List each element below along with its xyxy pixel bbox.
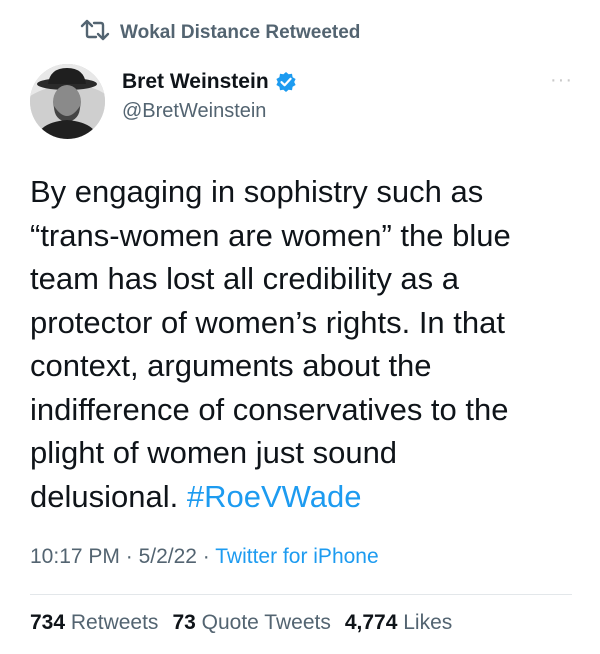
quotes-count: 73 bbox=[172, 611, 196, 634]
avatar[interactable] bbox=[30, 64, 105, 139]
likes-label: Likes bbox=[403, 611, 453, 634]
tweet-source-link[interactable]: Twitter for iPhone bbox=[215, 545, 378, 568]
quote-tweets-stat[interactable]: 73 Quote Tweets bbox=[172, 611, 330, 635]
retweets-stat[interactable]: 734 Retweets bbox=[30, 611, 158, 635]
social-context-label[interactable]: Wokal Distance Retweeted bbox=[120, 22, 360, 44]
verified-badge-icon bbox=[275, 71, 297, 93]
author-block[interactable]: Bret Weinstein @BretWeinstein bbox=[122, 70, 297, 123]
tweet-meta: 10:17 PM · 5/2/22 · Twitter for iPhone bbox=[30, 545, 379, 569]
hashtag-link[interactable]: #RoeVWade bbox=[187, 479, 362, 514]
tweet-stats: 734 Retweets 73 Quote Tweets 4,774 Likes bbox=[30, 611, 452, 635]
likes-count: 4,774 bbox=[344, 611, 398, 634]
tweet-time[interactable]: 10:17 PM bbox=[30, 545, 120, 568]
retweet-icon bbox=[80, 18, 110, 48]
author-handle[interactable]: @BretWeinstein bbox=[122, 100, 297, 123]
tweet-text: By engaging in sophistry such as “trans-… bbox=[30, 170, 575, 518]
tweet-body: By engaging in sophistry such as “trans-… bbox=[30, 174, 511, 514]
meta-separator: · bbox=[196, 545, 216, 568]
social-context[interactable]: Wokal Distance Retweeted bbox=[80, 18, 360, 48]
likes-stat[interactable]: 4,774 Likes bbox=[345, 611, 452, 635]
retweets-count: 734 bbox=[30, 611, 66, 634]
retweets-label: Retweets bbox=[70, 611, 159, 634]
author-name[interactable]: Bret Weinstein bbox=[122, 70, 269, 94]
meta-separator: · bbox=[119, 545, 139, 568]
more-icon[interactable]: ··· bbox=[550, 70, 573, 90]
quotes-label: Quote Tweets bbox=[201, 611, 331, 634]
tweet-date[interactable]: 5/2/22 bbox=[139, 545, 197, 568]
divider bbox=[30, 594, 572, 595]
